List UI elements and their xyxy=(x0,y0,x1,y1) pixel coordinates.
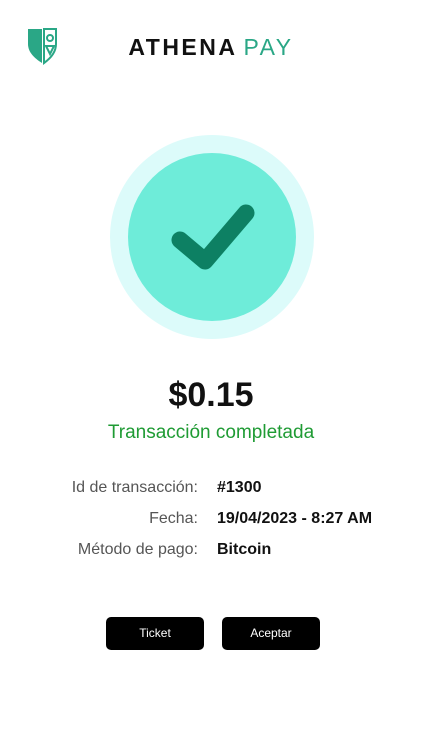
date-label: Fecha: xyxy=(149,510,198,527)
accept-button[interactable]: Aceptar xyxy=(222,617,320,650)
payment-method-value: Bitcoin xyxy=(217,541,272,558)
app-brand-title: ATHENA PAY xyxy=(0,33,422,61)
brand-suffix: PAY xyxy=(243,34,294,60)
detail-row-payment-method: Método de pago: Bitcoin xyxy=(0,538,422,569)
brand-name: ATHENA xyxy=(128,34,238,60)
transaction-details: Id de transacción: #1300 Fecha: 19/04/20… xyxy=(0,476,422,569)
transaction-status: Transacción completada xyxy=(107,422,315,443)
transaction-amount: $0.15 xyxy=(168,376,254,414)
payment-method-label: Método de pago: xyxy=(77,541,198,558)
date-value: 19/04/2023 - 8:27 AM xyxy=(217,510,373,527)
detail-row-transaction-id: Id de transacción: #1300 xyxy=(0,476,422,507)
transaction-id-value: #1300 xyxy=(217,479,262,496)
success-checkmark-icon xyxy=(110,135,314,339)
detail-row-date: Fecha: 19/04/2023 - 8:27 AM xyxy=(0,507,422,538)
transaction-id-label: Id de transacción: xyxy=(71,479,198,496)
ticket-button[interactable]: Ticket xyxy=(106,617,204,650)
